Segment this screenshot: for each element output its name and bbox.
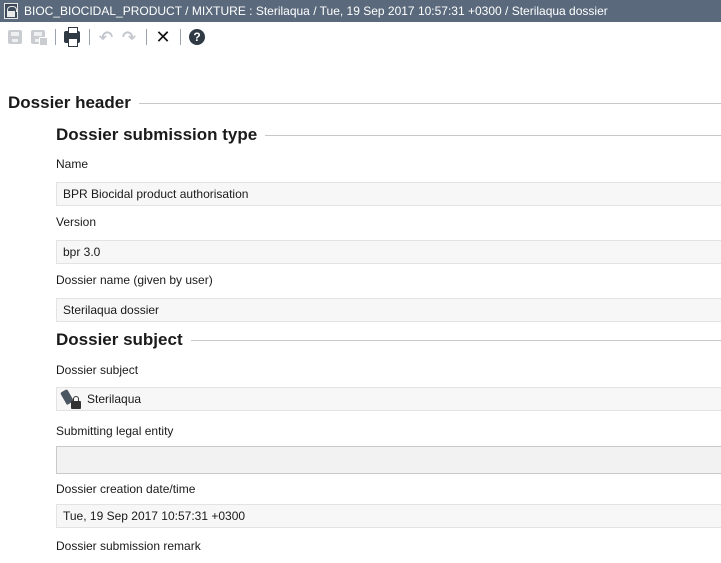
version-value: bpr 3.0 [63,245,101,259]
dossier-name-label: Dossier name (given by user) [56,273,213,287]
undo-button[interactable]: ↶ [95,26,117,48]
creation-date-label: Dossier creation date/time [56,482,196,496]
dossier-subject-label: Dossier subject [56,363,139,377]
section-divider [190,339,721,341]
undo-icon: ↶ [98,27,114,47]
window-titlebar: BIOC_BIOCIDAL_PRODUCT / MIXTURE : Steril… [0,0,721,22]
version-field[interactable]: bpr 3.0 [56,240,721,264]
name-value: BPR Biocidal product authorisation [63,187,249,201]
toolbar-separator [89,29,90,45]
section-title: Dossier submission type [56,125,258,144]
substance-lock-icon [60,388,81,409]
dossier-name-value: Sterilaqua dossier [63,303,160,317]
save-all-button[interactable] [27,26,49,48]
submission-remark-label: Dossier submission remark [56,539,201,553]
submitting-legal-entity-field[interactable] [56,446,721,474]
window-title: BIOC_BIOCIDAL_PRODUCT / MIXTURE : Steril… [24,4,608,18]
dossier-subject-field[interactable]: Sterilaqua [56,387,721,411]
creation-date-value: Tue, 19 Sep 2017 10:57:31 +0300 [63,509,246,523]
section-divider [265,134,721,136]
name-field[interactable]: BPR Biocidal product authorisation [56,182,721,206]
submitting-legal-entity-label: Submitting legal entity [56,424,174,438]
version-label: Version [56,215,97,229]
section-divider [138,102,721,104]
redo-icon: ↷ [121,27,137,47]
section-heading-submission-type: Dossier submission type [56,124,721,146]
toolbar-separator [55,29,56,45]
section-title: Dossier subject [56,330,183,349]
close-icon: ✕ [155,27,171,47]
print-button[interactable] [61,26,83,48]
toolbar: ↶ ↷ ✕ ? [0,22,721,52]
section-title: Dossier header [8,93,131,112]
section-heading-dossier-header: Dossier header [8,92,721,114]
help-icon: ? [189,29,205,45]
lock-app-icon [4,3,18,19]
dossier-form: Dossier header Dossier submission type N… [0,52,721,563]
save-all-badge-icon [39,37,48,46]
save-button[interactable] [4,26,26,48]
close-button[interactable]: ✕ [152,26,174,48]
redo-button[interactable]: ↷ [118,26,140,48]
name-label: Name [56,157,89,171]
section-heading-dossier-subject: Dossier subject [56,329,721,351]
print-icon [64,27,80,47]
help-button[interactable]: ? [186,26,208,48]
dossier-subject-value: Sterilaqua [87,392,142,406]
toolbar-separator [146,29,147,45]
save-icon [8,30,22,44]
dossier-name-field[interactable]: Sterilaqua dossier [56,298,721,322]
toolbar-separator [180,29,181,45]
creation-date-field[interactable]: Tue, 19 Sep 2017 10:57:31 +0300 [56,504,721,528]
